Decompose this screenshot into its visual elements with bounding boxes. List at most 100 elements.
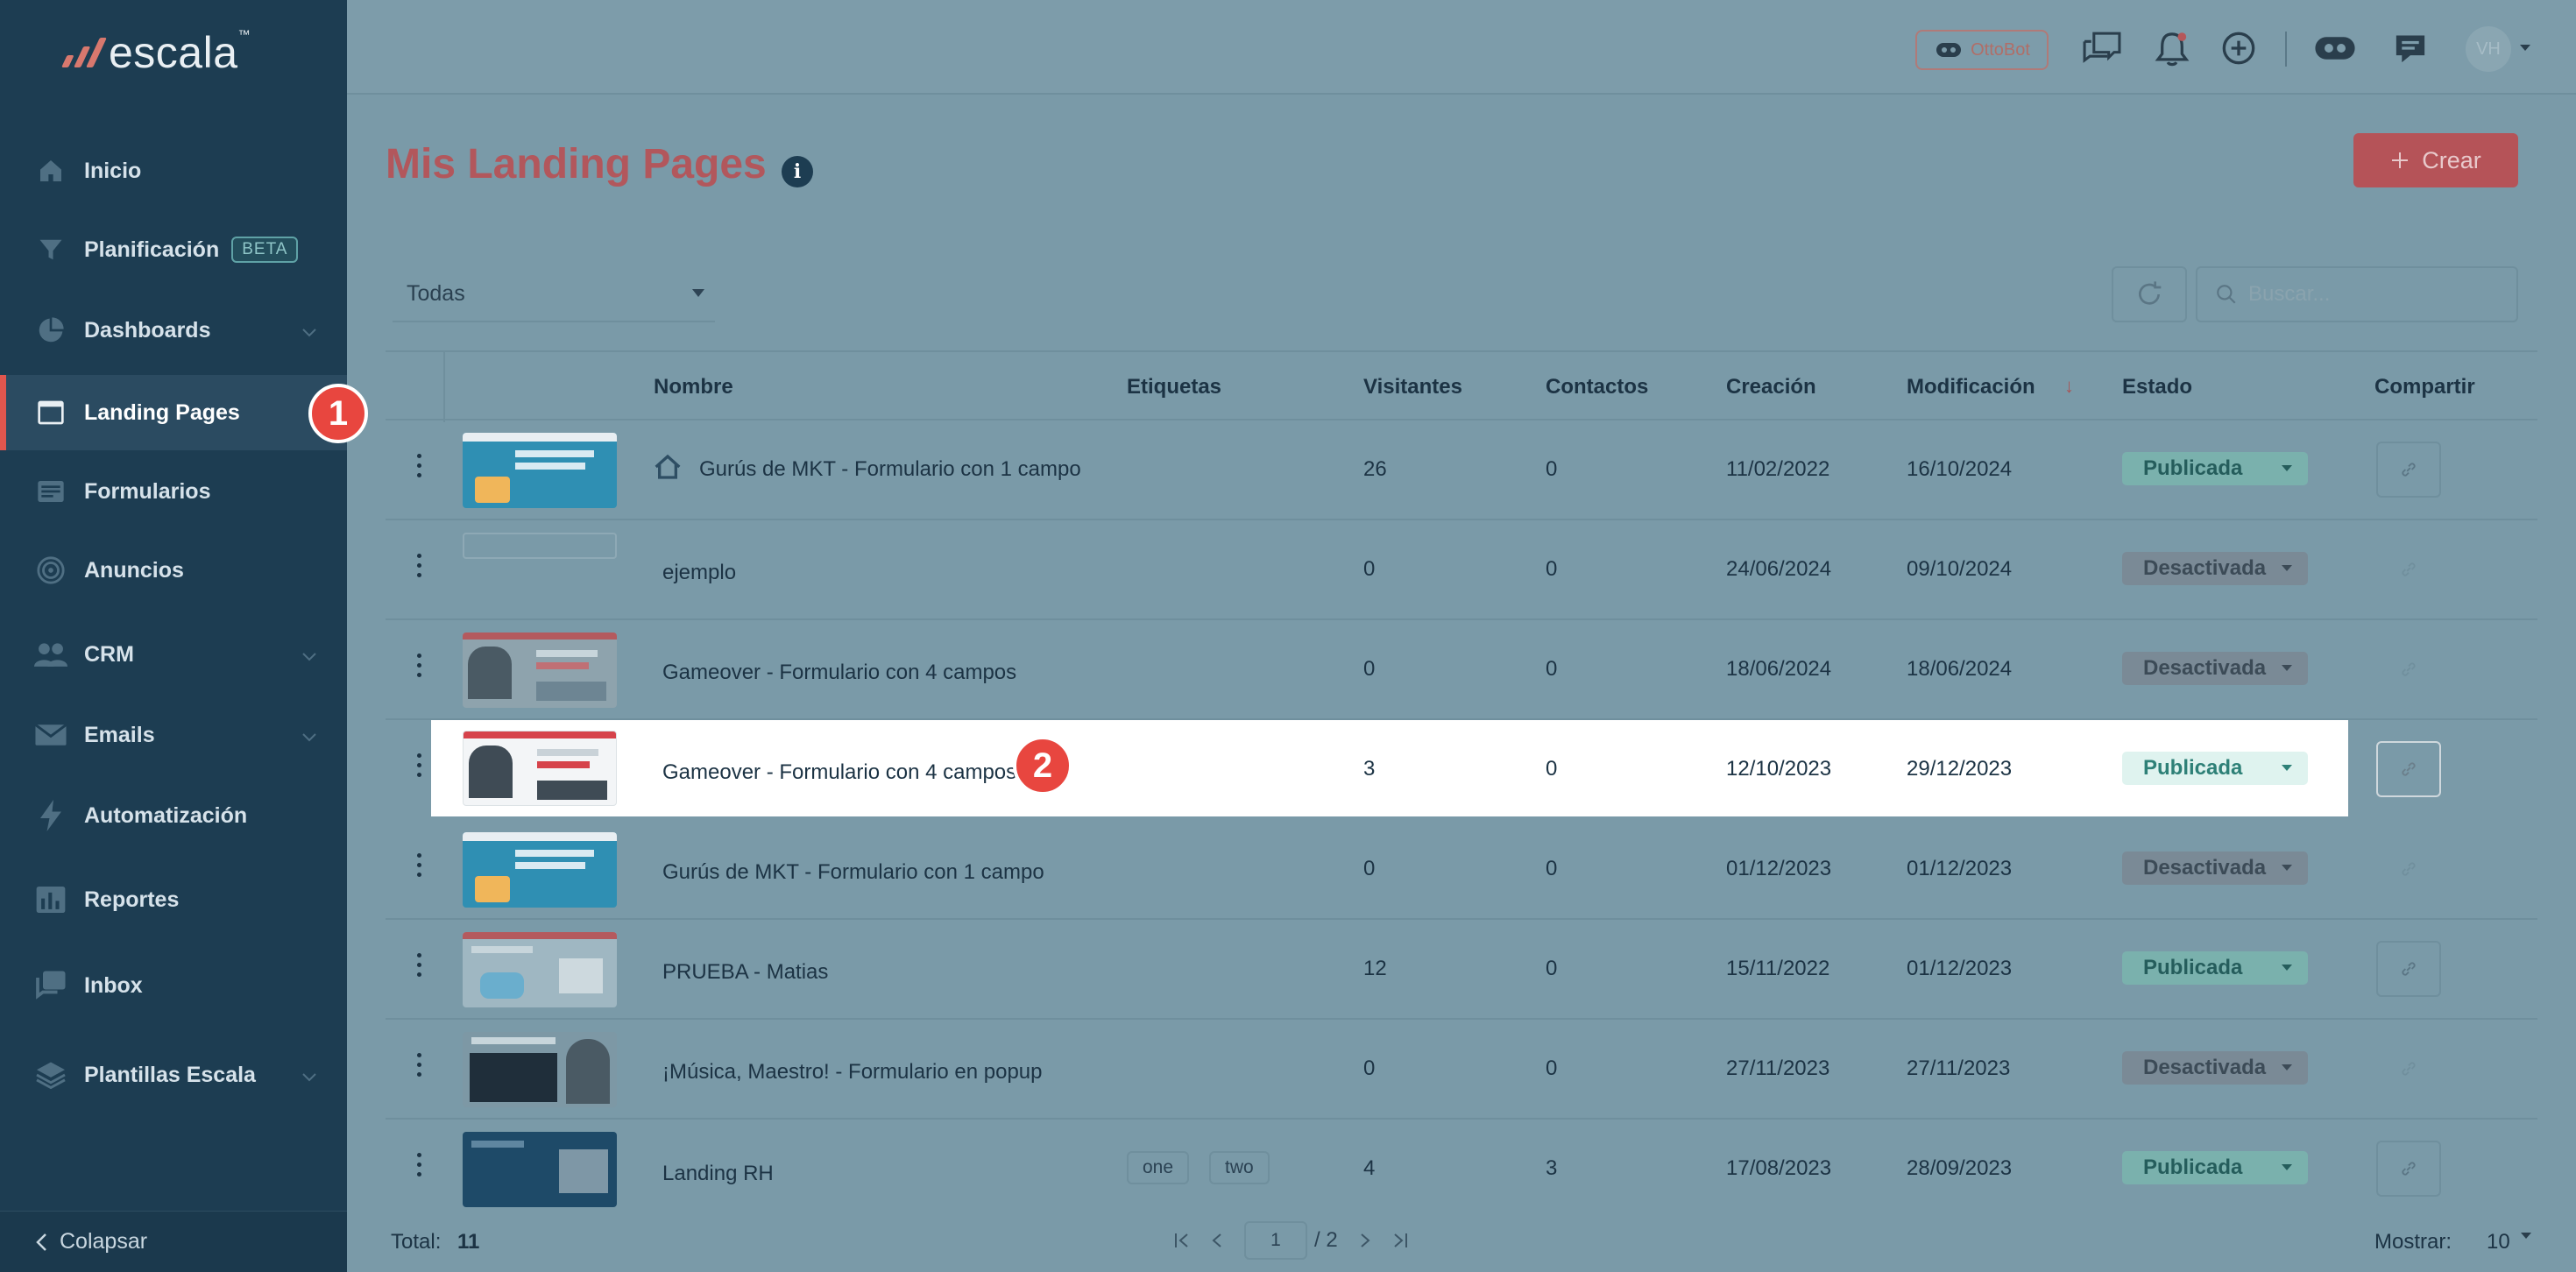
next-page-icon[interactable] (1359, 1232, 1371, 1249)
page-size-select[interactable]: 10 (2487, 1230, 2510, 1254)
landing-thumbnail[interactable] (463, 832, 617, 908)
sidebar-item-label: Plantillas Escala (84, 1062, 256, 1087)
row-menu-icon[interactable] (414, 1053, 424, 1077)
status-dropdown[interactable]: Publicada (2122, 951, 2308, 985)
table-row-highlighted[interactable]: Gameover - Formulario con 4 campos 3 0 1… (416, 720, 2441, 816)
avatar[interactable]: VH (2466, 26, 2511, 72)
target-icon (33, 553, 68, 588)
ottobot-button[interactable]: OttoBot (1915, 30, 2049, 70)
robot-icon (1934, 40, 1964, 60)
share-link-button[interactable] (2376, 741, 2441, 797)
landing-name[interactable]: Gameover - Formulario con 4 campos (662, 760, 1016, 785)
status-dropdown[interactable]: Desactivada (2122, 652, 2308, 685)
share-link-button[interactable] (2376, 941, 2441, 997)
header-contactos[interactable]: Contactos (1546, 375, 1648, 399)
landing-thumbnail[interactable] (463, 1032, 617, 1107)
prev-page-icon[interactable] (1211, 1232, 1223, 1249)
broken-thumbnail-icon[interactable] (463, 533, 617, 559)
first-page-icon[interactable] (1174, 1232, 1190, 1249)
status-dropdown[interactable]: Publicada (2122, 1151, 2308, 1184)
sidebar-item-emails[interactable]: Emails (0, 697, 347, 773)
add-circle-icon[interactable] (2217, 26, 2261, 70)
collapse-sidebar-button[interactable]: Colapsar (0, 1211, 347, 1272)
sidebar-item-crm[interactable]: CRM (0, 617, 347, 692)
last-page-icon[interactable] (1392, 1232, 1408, 1249)
status-dropdown[interactable]: Desactivada (2122, 552, 2308, 585)
row-menu-icon[interactable] (414, 753, 424, 777)
beta-badge: BETA (231, 237, 299, 263)
landing-thumbnail[interactable] (463, 731, 617, 806)
header-modificacion[interactable]: Modificación (1907, 375, 2035, 399)
search-input[interactable]: Buscar... (2196, 266, 2518, 322)
landing-thumbnail[interactable] (463, 932, 617, 1007)
support-chat-icon[interactable] (2388, 26, 2432, 70)
tag-chip[interactable]: two (1209, 1151, 1270, 1184)
row-menu-icon[interactable] (414, 853, 424, 877)
landing-name[interactable]: Gurús de MKT - Formulario con 1 campo (699, 457, 1081, 482)
table-row[interactable]: Gameover - Formulario con 4 campos 0 0 1… (386, 620, 2537, 720)
status-dropdown[interactable]: Desactivada (2122, 852, 2308, 885)
status-label: Desactivada (2143, 1056, 2267, 1079)
sort-desc-arrow-icon[interactable]: ↓ (2064, 375, 2074, 398)
created-date: 12/10/2023 (1726, 757, 1832, 781)
share-link-button[interactable] (2376, 442, 2441, 498)
landing-name[interactable]: Gameover - Formulario con 4 campos (662, 661, 1016, 685)
table-row[interactable]: Gurús de MKT - Formulario con 1 campo 0 … (386, 820, 2537, 920)
sidebar-item-inbox[interactable]: Inbox (0, 948, 347, 1023)
status-dropdown[interactable]: Publicada (2122, 752, 2308, 785)
status-label: Desactivada (2143, 856, 2267, 880)
header-etiquetas[interactable]: Etiquetas (1127, 375, 1221, 399)
sidebar-item-anuncios[interactable]: Anuncios (0, 533, 347, 608)
header-estado[interactable]: Estado (2122, 375, 2192, 399)
create-button[interactable]: Crear (2353, 133, 2518, 187)
share-link-button[interactable] (2376, 1141, 2441, 1197)
tag-chip[interactable]: one (1127, 1151, 1190, 1184)
landing-thumbnail[interactable] (463, 632, 617, 708)
caret-down-icon[interactable] (2515, 26, 2536, 70)
escala-logo[interactable]: escala™ (61, 26, 251, 79)
chat-bubbles-icon[interactable] (2080, 26, 2124, 70)
status-dropdown[interactable]: Publicada (2122, 452, 2308, 485)
sidebar-item-formularios[interactable]: Formularios (0, 454, 347, 529)
table-row[interactable]: ejemplo 0 0 24/06/2024 09/10/2024 Desact… (386, 520, 2537, 620)
row-menu-icon[interactable] (414, 454, 424, 477)
robot-assistant-icon[interactable] (2313, 26, 2357, 70)
header-creacion[interactable]: Creación (1726, 375, 1816, 399)
table-row[interactable]: ¡Música, Maestro! - Formulario en popup … (386, 1020, 2537, 1120)
status-filter-select[interactable]: Todas (393, 266, 715, 322)
caret-down-icon (2282, 1064, 2292, 1071)
landing-thumbnail[interactable] (463, 1132, 617, 1207)
sidebar-item-plantillas-escala[interactable]: Plantillas Escala (0, 1037, 347, 1113)
sidebar-item-reportes[interactable]: Reportes (0, 862, 347, 937)
page-number-input[interactable]: 1 (1244, 1221, 1307, 1260)
table-row[interactable]: Gurús de MKT - Formulario con 1 campo 26… (386, 420, 2537, 520)
row-menu-icon[interactable] (414, 554, 424, 577)
landing-name[interactable]: ¡Música, Maestro! - Formulario en popup (662, 1060, 1043, 1085)
table-row[interactable]: PRUEBA - Matias 12 0 15/11/2022 01/12/20… (386, 920, 2537, 1020)
sidebar-item-landing-pages[interactable]: Landing Pages (0, 375, 347, 450)
table-row[interactable]: Landing RH one two 4 3 17/08/2023 28/09/… (386, 1120, 2537, 1211)
landing-name[interactable]: ejemplo (662, 561, 736, 585)
landing-name[interactable]: Gurús de MKT - Formulario con 1 campo (662, 860, 1044, 885)
status-dropdown[interactable]: Desactivada (2122, 1051, 2308, 1085)
sidebar-item-planificacion[interactable]: Planificación BETA (0, 212, 347, 287)
sidebar-item-inicio[interactable]: Inicio (0, 133, 347, 208)
header-nombre[interactable]: Nombre (654, 375, 733, 399)
row-menu-icon[interactable] (414, 953, 424, 977)
caret-down-icon[interactable] (2520, 1232, 2532, 1240)
bell-icon[interactable] (2150, 26, 2194, 70)
header-compartir[interactable]: Compartir (2374, 375, 2475, 399)
sidebar-item-dashboards[interactable]: Dashboards (0, 293, 347, 368)
landing-name[interactable]: PRUEBA - Matias (662, 960, 828, 985)
row-menu-icon[interactable] (414, 1153, 424, 1177)
sidebar-item-automatizacion[interactable]: Automatización (0, 778, 347, 853)
landing-thumbnail[interactable] (463, 433, 617, 508)
contacts-count: 3 (1546, 1156, 1558, 1180)
info-icon[interactable]: i (782, 156, 813, 187)
refresh-button[interactable] (2112, 266, 2187, 322)
contacts-count: 0 (1546, 657, 1558, 681)
landing-name[interactable]: Landing RH (662, 1162, 774, 1186)
header-visitantes[interactable]: Visitantes (1363, 375, 1462, 399)
row-menu-icon[interactable] (414, 654, 424, 677)
modified-date: 27/11/2023 (1907, 1056, 2011, 1080)
